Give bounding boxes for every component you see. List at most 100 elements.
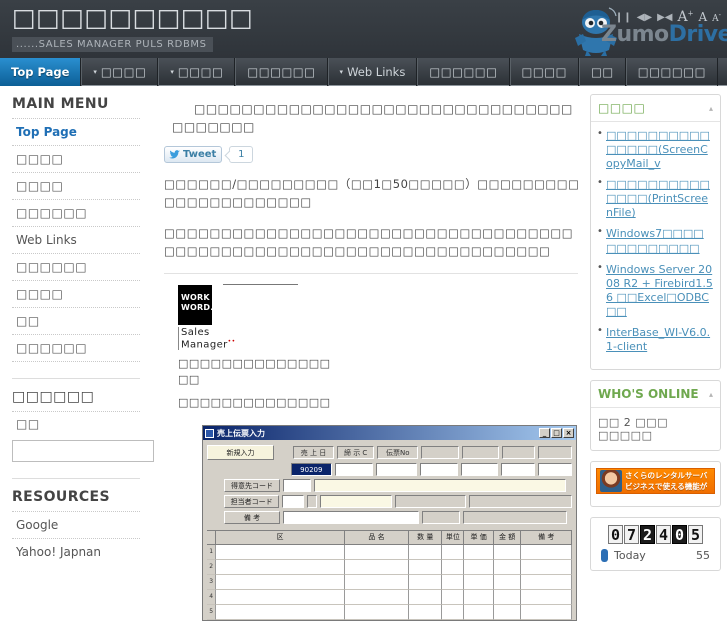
counter-digit: 5	[688, 525, 703, 545]
whos-online-text: □□ 2 □□□ □□□□□	[598, 416, 668, 443]
nav-label: □□□□	[100, 65, 147, 79]
right-sidebar: □□□□ ▴ □□□□□□□□□□□□□□□(ScreenCopyMail_v …	[590, 86, 727, 621]
nav-item-3[interactable]: ▾ □□□□	[158, 58, 236, 86]
grid-row: 1	[207, 545, 573, 561]
nav-item-4[interactable]: □□□□□□	[235, 58, 328, 86]
news-link-5[interactable]: InterBase_WI-V6.0.1-client	[606, 326, 710, 353]
counter-digit: 2	[640, 525, 655, 545]
news-list: □□□□□□□□□□□□□□□(ScreenCopyMail_v □□□□□□□…	[597, 128, 714, 361]
resources-title: RESOURCES	[12, 489, 110, 505]
news-link-2[interactable]: □□□□□□□□□□□□□□(PrintScreenFile)	[606, 178, 710, 219]
product-desc-line1: □□□□□□□□□□□□□□□□	[178, 356, 331, 387]
content-divider	[164, 272, 578, 274]
counter-digits: 0 7 2 4 0 5	[608, 525, 703, 545]
grid-col-ku: 区	[216, 531, 345, 546]
main-content: □□□□□□□□□□□□□□□□□□□□□□□□□□□□□□□□□□□□□□□ …	[150, 86, 590, 621]
news-link-3[interactable]: Windows7□□□□□□□□□□□□□	[606, 227, 704, 254]
nav-item-6[interactable]: □□□□□□	[417, 58, 510, 86]
grid-row: 4	[207, 590, 573, 606]
advertisement-block[interactable]: さくらのレンタルサーバ ビジネスで使える機能が	[590, 461, 721, 508]
sidebar-item-3[interactable]: □□□□	[12, 172, 140, 199]
nav-item-top-page[interactable]: Top Page	[0, 58, 82, 86]
nav-item-2[interactable]: ▾ □□□□	[81, 58, 159, 86]
ad-person-icon	[600, 470, 622, 493]
pause-icon[interactable]: ❙❙	[615, 12, 632, 23]
whos-online-panel: WHO'S ONLINE ▴ □□ 2 □□□ □□□□□	[590, 380, 721, 452]
layout-narrow-icon[interactable]: ◀▶	[637, 12, 652, 23]
search-block-title: □□□□□□	[12, 389, 95, 405]
font-size-reset-button[interactable]: A	[698, 10, 707, 24]
screenshot-col-2: 締 示 C	[337, 446, 375, 460]
grid-col-price: 単 価	[464, 531, 494, 546]
list-item: InterBase_WI-V6.0.1-client	[597, 325, 714, 361]
app-window-icon	[205, 428, 214, 438]
site-header: □□□□□□□□□□ ......SALES MANAGER PULS RDBM…	[0, 0, 727, 58]
search-label: □□	[12, 411, 140, 436]
sidebar-item-top-page[interactable]: Top Page	[12, 118, 140, 145]
lead-paragraph: □□□□□□□□□□□□□□□□□□□□□□□□□□□□□□□□□□□□□□□	[172, 102, 573, 134]
product-name: Sales Manager••	[178, 326, 250, 350]
paragraph-2: □□□□□□□□□□□□□□□□□□□□□□□□□□□□□□□□□□□□□□□□…	[164, 225, 574, 259]
today-count: 55	[696, 549, 710, 563]
nav-item-9[interactable]: □□□□□□	[625, 58, 718, 86]
main-menu-list: Top Page □□□□ □□□□ □□□□□□ Web Links □□□□…	[12, 118, 140, 362]
tweet-count[interactable]: 1	[229, 146, 254, 163]
news-panel-title: □□□□	[598, 101, 646, 115]
nav-label: □□□□	[521, 65, 568, 79]
list-item: Windows Server 2008 R2 + Firebird1.56 □□…	[597, 262, 714, 326]
counter-digit: 0	[672, 525, 687, 545]
nav-item-7[interactable]: □□□□	[509, 58, 580, 86]
sidebar-item-8[interactable]: □□	[12, 307, 140, 334]
screenshot-row-note: 備 考	[207, 511, 572, 525]
screenshot-col-1: 売 上 日	[293, 446, 334, 460]
sidebar-item-7[interactable]: □□□□	[12, 280, 140, 307]
ad-text: さくらのレンタルサーバ ビジネスで使える機能が	[625, 470, 707, 492]
resources-divider	[12, 478, 140, 479]
nav-label: □□□□□□	[429, 65, 498, 79]
collapse-icon[interactable]: ▴	[709, 390, 713, 399]
zumodrive-wordmark: ZumoDrive	[601, 22, 727, 47]
search-input[interactable]	[12, 440, 154, 462]
tweet-button-label: Tweet	[183, 149, 217, 160]
grid-col-qty: 数 量	[409, 531, 443, 546]
screenshot-row-customer: 得意先コード	[207, 479, 572, 493]
maximize-icon: □	[551, 428, 562, 439]
site-title: □□□□□□□□□□	[12, 3, 254, 32]
ad-text-line2: ビジネスで使える機能が	[625, 482, 708, 492]
nav-item-web-links[interactable]: ▾ Web Links	[327, 58, 418, 86]
sidebar-item-web-links[interactable]: Web Links	[12, 226, 140, 253]
nav-label: □□□□□□	[247, 65, 316, 79]
tweet-button[interactable]: Tweet	[164, 146, 223, 163]
nav-item-8[interactable]: □□	[579, 58, 626, 86]
today-row: Today 55	[597, 549, 714, 563]
chevron-down-icon: ▾	[93, 67, 97, 76]
screenshot-label-3: 備 考	[224, 511, 280, 525]
nav-label: □□	[591, 65, 614, 79]
resource-link-google[interactable]: Google	[12, 511, 140, 538]
sidebar-item-6[interactable]: □□□□□□	[12, 253, 140, 280]
workword-logo: WORK WORD.	[178, 284, 213, 325]
trademark-icon: ••	[227, 337, 236, 345]
sidebar-item-2[interactable]: □□□□	[12, 145, 140, 172]
layout-wide-icon[interactable]: ▶◀	[657, 12, 672, 23]
news-panel-header: □□□□ ▴	[591, 95, 720, 122]
ad-banner-image[interactable]: さくらのレンタルサーバ ビジネスで使える機能が	[596, 468, 715, 495]
font-size-increase-button[interactable]: A+	[677, 9, 693, 25]
sidebar-item-9[interactable]: □□□□□□	[12, 334, 140, 362]
collapse-icon[interactable]: ▴	[709, 104, 713, 113]
news-link-4[interactable]: Windows Server 2008 R2 + Firebird1.56 □□…	[606, 263, 713, 318]
screenshot-new-button: 新規入力	[207, 445, 274, 461]
resource-link-yahoo-japan[interactable]: Yahoo! Japnan	[12, 538, 140, 565]
nav-label: Top Page	[11, 65, 70, 79]
sidebar-item-4[interactable]: □□□□□□	[12, 199, 140, 226]
chevron-down-icon: ▾	[339, 67, 344, 76]
product-block: WORK WORD. Sales Manager•• □□□□□□□□□□□□□…	[178, 283, 338, 412]
screenshot-highlight-field: 90209	[290, 463, 332, 477]
paragraph-1: □□□□□□/□□□□□□□□□（□□1□50□□□□□）□□□□□□□□□□□…	[164, 177, 580, 210]
list-item: □□□□□□□□□□□□□□□(ScreenCopyMail_v	[597, 128, 714, 178]
news-link-1[interactable]: □□□□□□□□□□□□□□□(ScreenCopyMail_v	[606, 129, 710, 170]
screenshot-grid-rows: 1 2 3 4 5 6	[207, 545, 573, 621]
screenshot-row-values: 90209	[207, 463, 572, 477]
nav-label: Web Links	[347, 65, 406, 79]
font-size-decrease-button[interactable]: A-	[712, 11, 721, 24]
